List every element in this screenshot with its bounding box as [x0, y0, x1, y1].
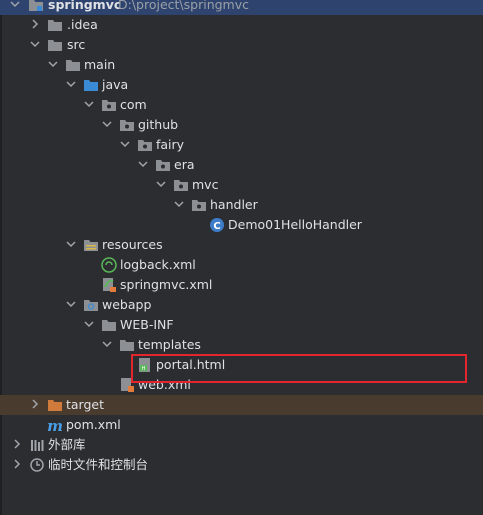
tree-row-com[interactable]: com — [0, 95, 483, 115]
excluded-folder-icon — [47, 397, 63, 413]
chevron-right-icon[interactable] — [30, 395, 42, 415]
tree-row-era[interactable]: era — [0, 155, 483, 175]
folder-icon — [47, 37, 63, 53]
file-label-portal: portal.html — [156, 357, 226, 372]
package-label-fairy: fairy — [156, 137, 185, 152]
chevron-right-icon[interactable] — [12, 455, 24, 475]
tree-row-scratches[interactable]: 临时文件和控制台 — [0, 455, 483, 475]
root-name: springmvc — [48, 0, 122, 12]
folder-label-webinf: WEB-INF — [120, 317, 174, 332]
scratches-icon — [29, 457, 45, 473]
tree-row-logback[interactable]: logback.xml — [0, 255, 483, 275]
chevron-right-icon[interactable] — [12, 435, 24, 455]
chevron-down-icon[interactable] — [66, 295, 78, 315]
java-class-icon: C — [209, 217, 225, 233]
chevron-down-icon[interactable] — [174, 195, 186, 215]
external-libraries-label: 外部库 — [48, 437, 86, 452]
tree-row-webinf[interactable]: WEB-INF — [0, 315, 483, 335]
chevron-down-icon[interactable] — [102, 115, 114, 135]
chevron-right-icon[interactable] — [30, 15, 42, 35]
chevron-down-icon[interactable] — [102, 335, 114, 355]
package-icon — [137, 137, 153, 153]
package-label-github: github — [138, 117, 179, 132]
folder-label-webapp: webapp — [102, 297, 152, 312]
package-icon — [101, 97, 117, 113]
tree-row-templates[interactable]: templates — [0, 335, 483, 355]
chevron-down-icon[interactable] — [138, 155, 150, 175]
folder-label-main: main — [84, 57, 116, 72]
svg-text:m: m — [47, 417, 63, 433]
chevron-down-icon[interactable] — [10, 0, 22, 15]
tree-row-mvc[interactable]: mvc — [0, 175, 483, 195]
tree-row-fairy[interactable]: fairy — [0, 135, 483, 155]
tree-row-main[interactable]: main — [0, 55, 483, 75]
package-label-mvc: mvc — [192, 177, 219, 192]
tree-row-portal[interactable]: H portal.html — [0, 355, 483, 375]
svg-text:H: H — [142, 366, 146, 372]
tree-row-handler[interactable]: handler — [0, 195, 483, 215]
logback-file-icon — [101, 257, 117, 273]
chevron-down-icon[interactable] — [84, 315, 96, 335]
tree-row-java[interactable]: java — [0, 75, 483, 95]
package-label-handler: handler — [210, 197, 258, 212]
resources-folder-icon — [83, 237, 99, 253]
folder-icon — [119, 337, 135, 353]
tree-row-pom[interactable]: m pom.xml — [0, 415, 483, 435]
tree-row-class[interactable]: C Demo01HelloHandler — [0, 215, 483, 235]
tree-row-github[interactable]: github — [0, 115, 483, 135]
folder-icon — [101, 317, 117, 333]
folder-icon — [65, 57, 81, 73]
tree-row-idea[interactable]: .idea — [0, 15, 483, 35]
tree-row-external-libraries[interactable]: 外部库 — [0, 435, 483, 455]
chevron-down-icon[interactable] — [84, 95, 96, 115]
tree-row-springmvc-xml[interactable]: springmvc.xml — [0, 275, 483, 295]
folder-label-resources: resources — [102, 237, 163, 252]
folder-label-templates: templates — [138, 337, 201, 352]
file-label-springmvc-xml: springmvc.xml — [120, 277, 213, 292]
tree-row-root[interactable]: springmvc D:\project\springmvc — [0, 0, 483, 15]
folder-label-src: src — [67, 37, 86, 52]
package-icon — [191, 197, 207, 213]
folder-icon — [47, 17, 63, 33]
package-icon — [155, 157, 171, 173]
root-path: D:\project\springmvc — [118, 0, 250, 12]
web-folder-icon — [83, 297, 99, 313]
tree-row-webxml[interactable]: web.xml — [0, 375, 483, 395]
chevron-down-icon[interactable] — [66, 235, 78, 255]
file-label-logback: logback.xml — [120, 257, 196, 272]
package-label-era: era — [174, 157, 195, 172]
library-icon — [29, 437, 45, 453]
folder-label-java: java — [102, 77, 129, 92]
class-label: Demo01HelloHandler — [228, 217, 362, 232]
chevron-down-icon[interactable] — [120, 135, 132, 155]
module-folder-icon — [28, 0, 44, 13]
spring-xml-icon — [101, 277, 117, 293]
project-tree[interactable]: springmvc D:\project\springmvc .idea src… — [0, 0, 483, 475]
chevron-down-icon[interactable] — [48, 55, 60, 75]
chevron-down-icon[interactable] — [66, 75, 78, 95]
scratches-label: 临时文件和控制台 — [48, 457, 149, 472]
tree-row-resources[interactable]: resources — [0, 235, 483, 255]
xml-file-icon — [119, 377, 135, 393]
html-file-icon: H — [137, 357, 153, 373]
package-icon — [119, 117, 135, 133]
tree-row-src[interactable]: src — [0, 35, 483, 55]
svg-text:C: C — [213, 221, 220, 232]
tree-row-target[interactable]: target — [0, 395, 483, 415]
source-folder-icon — [83, 77, 99, 93]
maven-icon: m — [47, 417, 63, 433]
chevron-down-icon[interactable] — [30, 35, 42, 55]
folder-label-idea: .idea — [67, 17, 98, 32]
package-icon — [173, 177, 189, 193]
folder-label-target: target — [66, 397, 105, 412]
chevron-down-icon[interactable] — [156, 175, 168, 195]
file-label-webxml: web.xml — [138, 377, 191, 392]
package-label-com: com — [120, 97, 147, 112]
file-label-pom: pom.xml — [66, 417, 121, 432]
tree-row-webapp[interactable]: webapp — [0, 295, 483, 315]
